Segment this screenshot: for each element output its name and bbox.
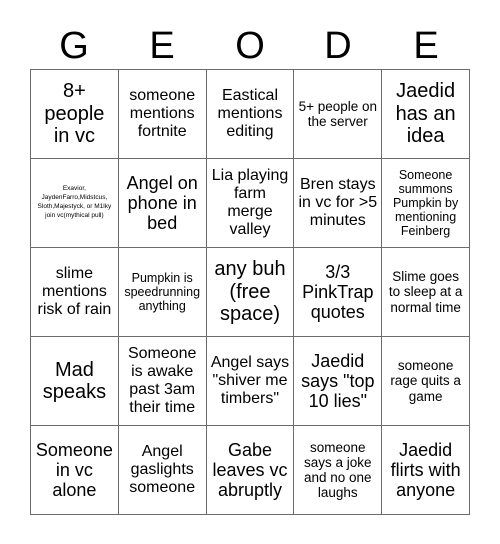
bingo-free-space-cell[interactable]: any buh (free space) [206,248,295,337]
bingo-cell-label: Someone in vc alone [35,439,113,501]
bingo-cell-label: Jaedid has an idea [395,80,456,148]
bingo-cell[interactable]: Gabe leaves vc abruptly [206,426,295,515]
bingo-cell-label: Angel says "shiver me timbers" [210,354,290,407]
bingo-header: G E O D E [30,22,470,69]
bingo-cell-label: Someone summons Pumpkin by mentioning Fe… [392,168,459,238]
bingo-cell-label: Jaedid flirts with anyone [390,439,461,501]
bingo-cell[interactable]: Exavior, JaydenFarro,Midstcus, Sloth,Maj… [31,159,119,248]
bingo-cell-label: Pumpkin is speedrunning anything [124,271,201,313]
bingo-cell-label: 5+ people on the server [298,98,378,129]
bingo-cell[interactable]: Someone summons Pumpkin by mentioning Fe… [382,159,470,248]
bingo-header-letter-0: G [59,24,89,67]
bingo-cell-label: 8+ people in vc [44,80,105,148]
bingo-cell-label: any buh (free space) [214,258,286,326]
bingo-cell[interactable]: Mad speaks [31,337,119,426]
bingo-cell[interactable]: 8+ people in vc [31,70,119,159]
bingo-cell[interactable]: someone rage quits a game [382,337,470,426]
bingo-cell-label: Angel on phone in bed [126,172,198,234]
bingo-cell-label: 3/3 PinkTrap quotes [302,261,374,323]
bingo-cell-label: Jaedid says "top 10 lies" [301,350,375,412]
bingo-cell[interactable]: Pumpkin is speedrunning anything [118,248,207,337]
bingo-cell-label: Angel gaslights someone [129,443,196,496]
bingo-cell[interactable]: Eastical mentions editing [206,70,295,159]
bingo-cell[interactable]: Jaedid flirts with anyone [382,426,470,515]
bingo-cell[interactable]: Angel says "shiver me timbers" [206,337,295,426]
bingo-cell[interactable]: Angel on phone in bed [118,159,207,248]
bingo-cell-label: slime mentions risk of rain [37,265,112,318]
bingo-cell-label: Lia playing farm merge valley [211,167,289,238]
bingo-cell[interactable]: someone mentions fortnite [118,70,207,159]
bingo-cell-label: Gabe leaves vc abruptly [212,439,288,501]
bingo-cell[interactable]: Someone in vc alone [31,426,119,515]
bingo-cell-label: Exavior, JaydenFarro,Midstcus, Sloth,Maj… [37,185,112,219]
bingo-cell[interactable]: slime mentions risk of rain [31,248,119,337]
bingo-cell[interactable]: 3/3 PinkTrap quotes [294,248,383,337]
bingo-cell[interactable]: someone says a joke and no one laughs [294,426,383,515]
bingo-cell-label: someone says a joke and no one laughs [304,439,372,501]
bingo-card: G E O D E 8+ people in vc someone mention… [0,0,500,544]
bingo-cell[interactable]: Lia playing farm merge valley [206,159,295,248]
bingo-cell[interactable]: Someone is awake past 3am their time [118,337,207,426]
bingo-header-letter-2: O [235,24,265,67]
bingo-cell-label: someone mentions fortnite [129,87,196,140]
bingo-cell-label: someone rage quits a game [390,358,461,404]
bingo-cell[interactable]: Jaedid has an idea [382,70,470,159]
bingo-cell-label: Slime goes to sleep at a normal time [388,269,463,315]
bingo-cell[interactable]: Slime goes to sleep at a normal time [382,248,470,337]
bingo-cell-label: Bren stays in vc for >5 minutes [298,176,378,229]
bingo-cell-label: Eastical mentions editing [217,87,283,140]
bingo-cell[interactable]: Angel gaslights someone [118,426,207,515]
bingo-grid: 8+ people in vc someone mentions fortnite… [30,69,470,515]
bingo-header-letter-1: E [149,24,175,67]
bingo-cell-label: Mad speaks [42,358,107,403]
bingo-header-letter-4: E [413,24,439,67]
bingo-cell[interactable]: Jaedid says "top 10 lies" [294,337,383,426]
bingo-cell[interactable]: 5+ people on the server [294,70,383,159]
bingo-cell-label: Someone is awake past 3am their time [127,345,197,416]
bingo-cell[interactable]: Bren stays in vc for >5 minutes [294,159,383,248]
bingo-header-letter-3: D [324,24,352,67]
